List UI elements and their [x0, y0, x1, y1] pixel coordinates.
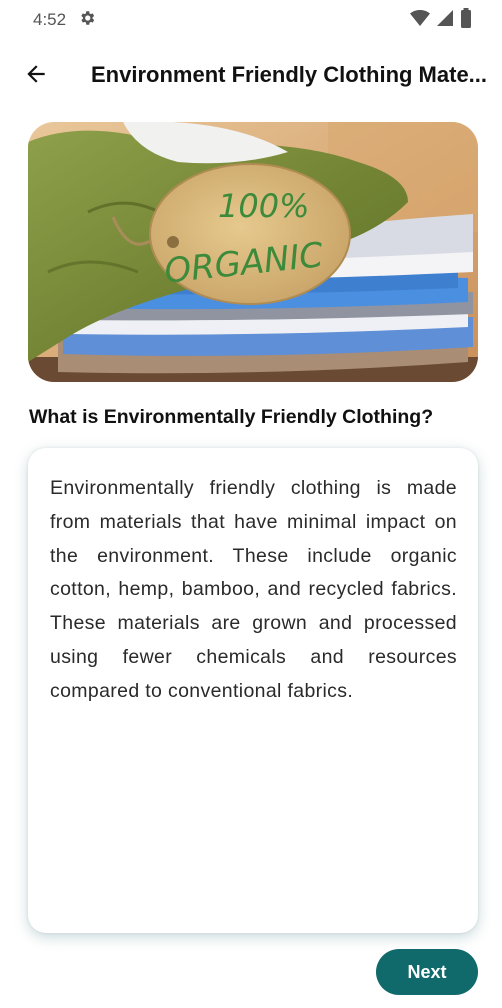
status-left: 4:52 — [33, 9, 96, 32]
content-card: Environmentally friendly clothing is mad… — [28, 448, 478, 933]
page-title: Environment Friendly Clothing Mate... — [91, 62, 488, 87]
arrow-left-icon — [23, 61, 49, 92]
signal-icon — [436, 9, 454, 32]
card-body-text: Environmentally friendly clothing is mad… — [50, 477, 457, 702]
hero-image: 100% ORGANIC — [28, 122, 478, 382]
status-bar: 4:52 — [0, 0, 502, 40]
gear-icon — [78, 9, 96, 32]
next-button[interactable]: Next — [376, 949, 478, 995]
app-bar: Environment Friendly Clothing Mate... — [0, 44, 502, 108]
battery-icon — [460, 7, 472, 33]
section-heading: What is Environmentally Friendly Clothin… — [29, 406, 434, 428]
wifi-icon — [410, 9, 430, 32]
status-time: 4:52 — [33, 10, 67, 29]
status-right — [410, 7, 472, 33]
back-button[interactable] — [16, 56, 56, 96]
tag-line-1: 100% — [218, 187, 309, 225]
